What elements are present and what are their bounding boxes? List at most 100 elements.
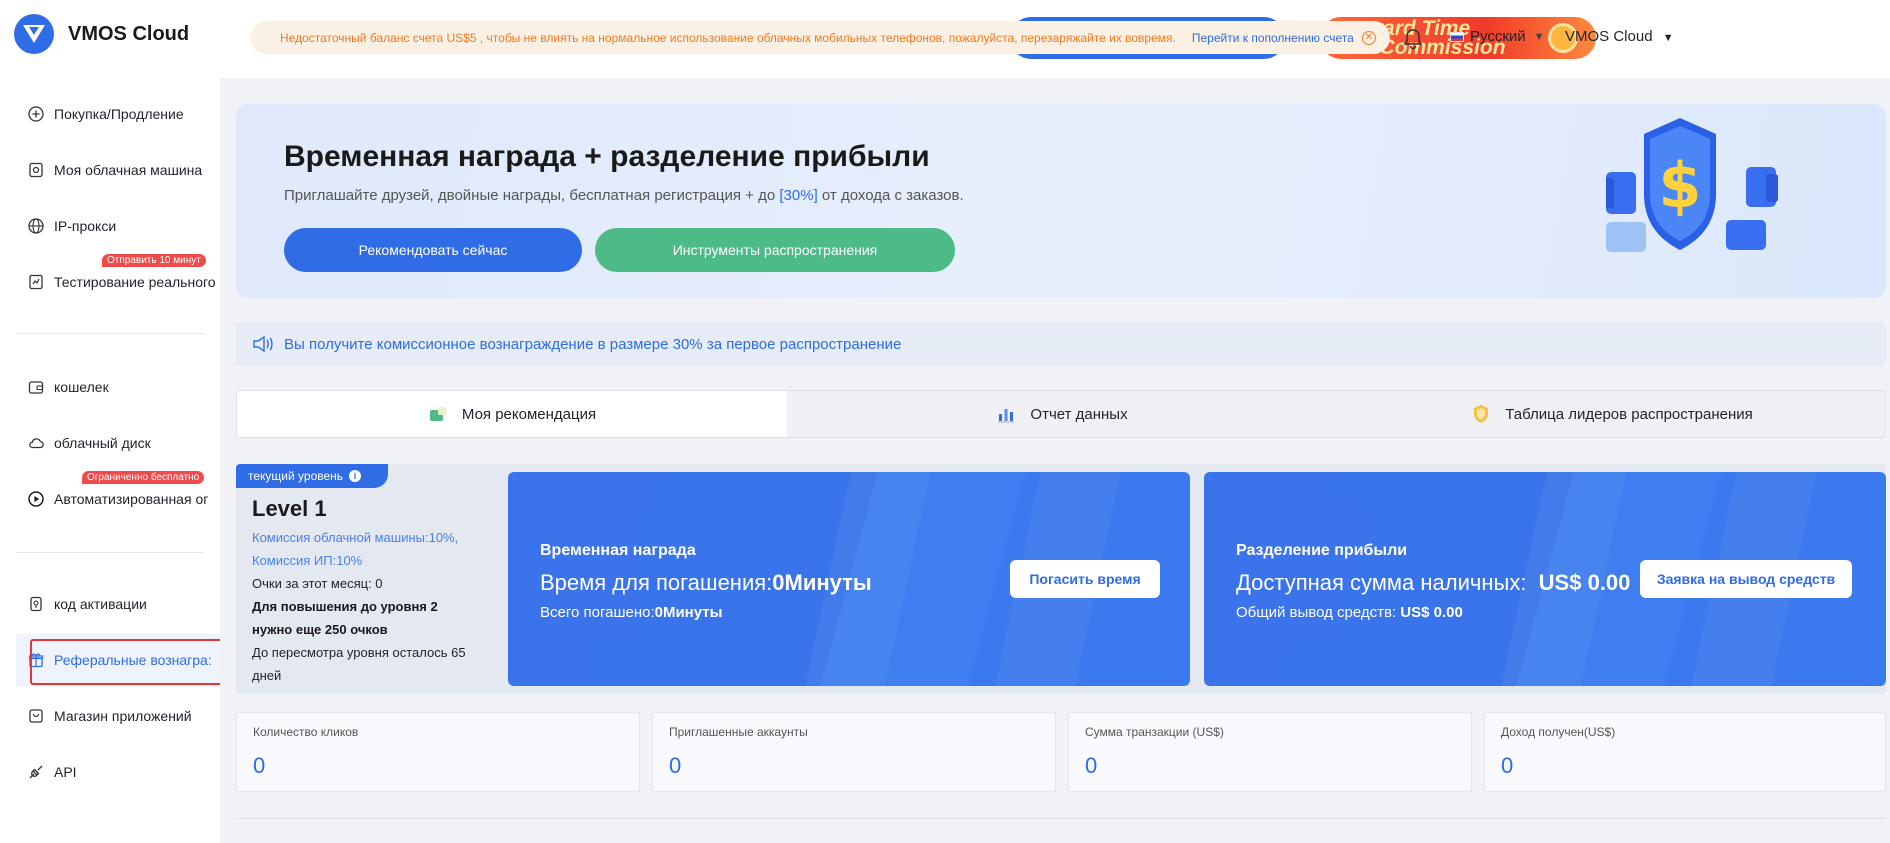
stat-value: 0 [1085, 753, 1098, 778]
notification-dot [1418, 25, 1425, 32]
globe-icon [28, 218, 44, 234]
redeem-time-button[interactable]: Погасить время [1010, 560, 1160, 598]
stat-value: 0 [1501, 753, 1514, 778]
vmos-logo-icon [14, 14, 54, 54]
test-icon [28, 274, 44, 290]
close-icon[interactable]: ✕ [1361, 30, 1376, 45]
language-label: Русский [1470, 28, 1526, 45]
tab-data-report[interactable]: Отчет данных [787, 391, 1337, 437]
sidebar-item-cloud-machine[interactable]: Моя облачная машина [28, 155, 220, 185]
topup-link[interactable]: Перейти к пополнению счета [1192, 31, 1354, 45]
sidebar-item-label: код активации [54, 596, 147, 612]
time-reward-title: Временная награда [540, 542, 696, 559]
time-to-redeem: Время для погашения:0Минуты [540, 570, 872, 596]
profit-sharing-card: Разделение прибыли Доступная сумма налич… [1204, 472, 1886, 686]
sidebar-item-api[interactable]: API [28, 757, 220, 787]
stat-transaction-amount: Сумма транзакции (US$) 0 [1068, 712, 1472, 792]
referral-tabs: Моя рекомендация Отчет данных Таблица ли… [236, 390, 1886, 438]
balance-notice: Недостаточный баланс счета US$5 , чтобы … [250, 21, 1390, 54]
withdraw-request-button[interactable]: Заявка на вывод средств [1640, 560, 1852, 598]
tab-leaderboard[interactable]: Таблица лидеров распространения [1337, 391, 1885, 437]
language-selector[interactable]: Русский ▼ [1450, 28, 1545, 45]
badge-send-10-min: Отправить 10 минут [102, 254, 206, 267]
app-logo[interactable]: VMOS Cloud [14, 14, 189, 54]
total-withdrawn-value: US$ 0.00 [1400, 604, 1463, 621]
banner-title: Временная награда + разделение прибыли [284, 140, 930, 173]
time-to-redeem-label: Время для погашения: [540, 570, 773, 595]
stat-value: 0 [669, 753, 682, 778]
distribution-tools-button[interactable]: Инструменты распространения [595, 228, 955, 272]
cloud-icon [28, 435, 44, 451]
wallet-icon [28, 379, 44, 395]
stat-label: Доход получен(US$) [1501, 725, 1616, 739]
badge-limited-free: Ограниченно бесплатно [82, 471, 205, 484]
sidebar-item-label: Автоматизированная ог [54, 491, 209, 507]
chevron-down-icon: ▼ [1662, 32, 1674, 44]
sidebar-item-real-testing[interactable]: Тестирование реального [28, 267, 220, 297]
megaphone-icon [253, 335, 273, 353]
sidebar-item-activation-code[interactable]: код активации [28, 589, 220, 619]
commission-ip: Комиссия ИП:10% [252, 553, 363, 568]
sidebar-item-label: IP-прокси [54, 218, 117, 234]
points-this-month: Очки за этот месяц: 0 [252, 576, 383, 591]
stat-income-received: Доход получен(US$) 0 [1484, 712, 1886, 792]
banner-subtitle: Приглашайте друзей, двойные награды, бес… [284, 187, 964, 204]
time-to-redeem-value: 0Минуты [772, 570, 872, 595]
total-withdrawn-label: Общий вывод средств: [1236, 604, 1401, 621]
sidebar-item-purchase[interactable]: Покупка/Продление [28, 99, 220, 129]
subtitle-text-end: от дохода с заказов. [817, 187, 964, 204]
play-circle-icon [28, 491, 44, 507]
sidebar-item-label: облачный диск [54, 435, 151, 451]
tab-label: Отчет данных [1030, 405, 1128, 423]
profit-sharing-title: Разделение прибыли [1236, 542, 1408, 559]
sidebar-item-label: Моя облачная машина [54, 162, 203, 178]
trophy-shield-icon [1474, 405, 1489, 423]
tab-my-recommendation[interactable]: Моя рекомендация [237, 391, 787, 437]
sidebar: VMOS Cloud Покупка/Продление Моя облачна… [0, 0, 220, 843]
current-level-label: текущий уровень [248, 469, 344, 483]
available-cash-label: Доступная сумма наличных: [1236, 570, 1527, 595]
level-review-2: дней [252, 668, 282, 683]
chevron-down-icon: ▼ [1533, 30, 1545, 43]
tab-label: Таблица лидеров распространения [1505, 405, 1753, 423]
tab-label: Моя рекомендация [461, 405, 597, 423]
api-icon [28, 764, 44, 780]
sidebar-item-label: Покупка/Продление [54, 106, 184, 122]
sidebar-divider [16, 333, 204, 334]
level-title: Level 1 [252, 496, 327, 521]
sidebar-item-ip-proxy[interactable]: IP-прокси [28, 211, 220, 241]
account-menu[interactable]: VMOS Cloud ▼ [1565, 28, 1674, 45]
cloud-phone-icon [28, 162, 44, 178]
available-cash: Доступная сумма наличных: US$ 0.00 [1236, 570, 1630, 596]
sidebar-item-referral[interactable]: Реферальные вознагра: [16, 634, 220, 686]
total-redeemed-label: Всего погашено: [540, 604, 655, 621]
recommend-now-button[interactable]: Рекомендовать сейчас [284, 228, 582, 272]
time-reward-card: Временная награда Время для погашения:0М… [508, 472, 1190, 686]
key-icon [28, 596, 44, 612]
commission-notice-strip: Вы получите комиссионное вознаграждение … [236, 322, 1886, 366]
dollar-shield-icon: $ [1606, 118, 1778, 252]
info-icon[interactable]: i [349, 470, 362, 482]
sidebar-item-label: Магазин приложений [54, 708, 192, 724]
commission-notice-text: Вы получите комиссионное вознаграждение … [284, 335, 902, 353]
account-label: VMOS Cloud [1565, 28, 1653, 45]
level-review-1: До пересмотра уровня осталось 65 [252, 645, 466, 660]
sidebar-item-automation[interactable]: Автоматизированная ог [28, 484, 220, 514]
sidebar-item-wallet[interactable]: кошелек [28, 372, 220, 402]
sidebar-item-cloud-disk[interactable]: облачный диск [28, 428, 220, 458]
sidebar-item-app-store[interactable]: Магазин приложений [28, 701, 220, 731]
stat-label: Количество кликов [253, 725, 359, 739]
notice-text: Недостаточный баланс счета US$5 , чтобы … [280, 30, 1176, 45]
stat-value: 0 [253, 753, 266, 778]
content-divider [236, 818, 1886, 819]
upgrade-requirement-1: Для повышения до уровня 2 [252, 599, 438, 614]
stat-invited-accounts: Приглашенные аккаунты 0 [652, 712, 1056, 792]
sidebar-divider [16, 552, 204, 553]
total-withdrawn: Общий вывод средств: US$ 0.00 [1236, 604, 1463, 621]
russia-flag-icon [1450, 31, 1464, 42]
stat-label: Приглашенные аккаунты [669, 725, 808, 739]
total-redeemed-value: 0Минуты [654, 604, 723, 621]
store-icon [28, 708, 44, 724]
sidebar-item-label: API [54, 764, 77, 780]
stat-clicks: Количество кликов 0 [236, 712, 640, 792]
